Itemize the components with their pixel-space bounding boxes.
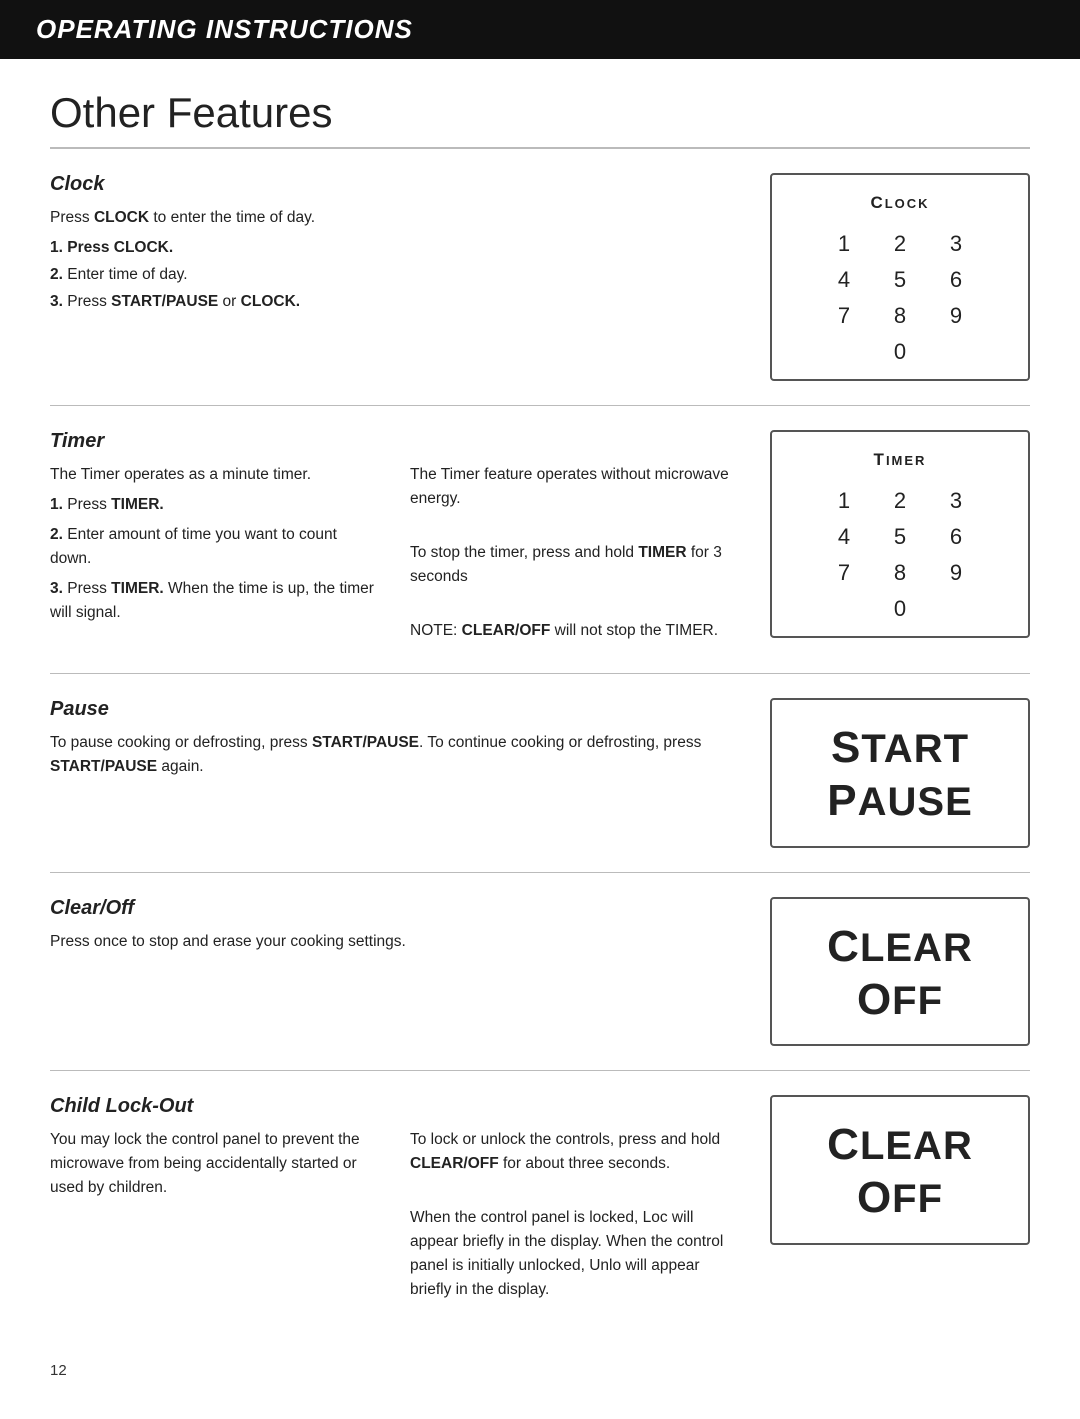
child-lock-right-text1: To lock or unlock the controls, press an… <box>410 1128 740 1176</box>
timer-left-col: The Timer operates as a minute timer. 1.… <box>50 463 380 649</box>
clear-off-panel: CLEAR OFF <box>770 897 1030 1047</box>
key-8: 8 <box>884 301 916 331</box>
key-4: 4 <box>828 265 860 295</box>
child-lock-right: To lock or unlock the controls, press an… <box>410 1128 740 1308</box>
clock-content: Clock Press CLOCK to enter the time of d… <box>50 173 740 381</box>
timer-step-2: 2. Enter amount of time you want to coun… <box>50 523 380 571</box>
timer-keypad-box: TIMER 1 2 3 4 5 6 7 8 9 0 <box>770 430 1030 638</box>
key-7: 7 <box>828 301 860 331</box>
tkey-5: 5 <box>884 522 916 552</box>
pause-panel: START PAUSE <box>770 698 1030 848</box>
clear-label: CLEAR <box>827 921 973 974</box>
timer-right-col: The Timer feature operates without micro… <box>410 463 740 649</box>
pause-title: Pause <box>50 698 740 721</box>
timer-panel: TIMER 1 2 3 4 5 6 7 8 9 0 <box>770 430 1030 649</box>
tkey-1: 1 <box>828 486 860 516</box>
clock-steps: 1. Press CLOCK. 2. Enter time of day. 3.… <box>50 236 740 314</box>
child-lock-title: Child Lock-Out <box>50 1095 740 1118</box>
tkey-2: 2 <box>884 486 916 516</box>
timer-stop: To stop the timer, press and hold TIMER … <box>410 541 740 589</box>
child-lock-content: Child Lock-Out You may lock the control … <box>50 1095 740 1308</box>
section-pause: Pause To pause cooking or defrosting, pr… <box>50 674 1030 873</box>
key-2: 2 <box>884 229 916 259</box>
key-0: 0 <box>828 339 972 365</box>
pause-label: PAUSE <box>827 775 973 828</box>
off-label: OFF <box>857 974 943 1027</box>
header-title: Operating Instructions <box>36 14 1044 45</box>
header-bar: Operating Instructions <box>0 0 1080 59</box>
key-6: 6 <box>940 265 972 295</box>
page-number: 12 <box>50 1362 1030 1379</box>
clock-panel: CLOCK 1 2 3 4 5 6 7 8 9 0 <box>770 173 1030 381</box>
timer-title: Timer <box>50 430 740 453</box>
child-off-label: OFF <box>857 1172 943 1225</box>
clock-step-3: 3. Press START/PAUSE or CLOCK. <box>50 290 740 315</box>
clock-title: Clock <box>50 173 740 196</box>
child-lock-right-text2: When the control panel is locked, Loc wi… <box>410 1206 740 1302</box>
timer-keypad-label: TIMER <box>874 450 927 470</box>
child-lock-two-col: You may lock the control panel to preven… <box>50 1128 740 1308</box>
clock-intro: Press CLOCK to enter the time of day. <box>50 206 740 230</box>
timer-step-3: 3. Press TIMER. When the time is up, the… <box>50 577 380 625</box>
key-5: 5 <box>884 265 916 295</box>
pause-content: Pause To pause cooking or defrosting, pr… <box>50 698 740 848</box>
key-3: 3 <box>940 229 972 259</box>
clock-keypad-label: CLOCK <box>870 193 929 213</box>
child-clear-label: CLEAR <box>827 1119 973 1172</box>
timer-intro: The Timer operates as a minute timer. <box>50 463 380 487</box>
tkey-6: 6 <box>940 522 972 552</box>
section-child-lock: Child Lock-Out You may lock the control … <box>50 1071 1030 1332</box>
key-1: 1 <box>828 229 860 259</box>
section-clock: Clock Press CLOCK to enter the time of d… <box>50 149 1030 406</box>
page-title: Other Features <box>50 89 1030 149</box>
pause-text: To pause cooking or defrosting, press ST… <box>50 731 740 779</box>
section-clear-off: Clear/Off Press once to stop and erase y… <box>50 873 1030 1072</box>
child-lock-panel: CLEAR OFF <box>770 1095 1030 1308</box>
clock-keypad-box: CLOCK 1 2 3 4 5 6 7 8 9 0 <box>770 173 1030 381</box>
tkey-8: 8 <box>884 558 916 588</box>
clock-step-2: 2. Enter time of day. <box>50 263 740 288</box>
timer-note: NOTE: CLEAR/OFF will not stop the TIMER. <box>410 619 740 643</box>
tkey-0: 0 <box>828 596 972 622</box>
clear-off-text: Press once to stop and erase your cookin… <box>50 930 740 954</box>
page-content: Other Features Clock Press CLOCK to ente… <box>0 59 1080 1419</box>
timer-keypad-grid: 1 2 3 4 5 6 7 8 9 0 <box>828 486 972 622</box>
section-timer: Timer The Timer operates as a minute tim… <box>50 406 1030 674</box>
tkey-4: 4 <box>828 522 860 552</box>
key-9: 9 <box>940 301 972 331</box>
tkey-7: 7 <box>828 558 860 588</box>
tkey-3: 3 <box>940 486 972 516</box>
clear-off-title: Clear/Off <box>50 897 740 920</box>
child-lock-clear-off-box: CLEAR OFF <box>770 1095 1030 1245</box>
clear-off-content: Clear/Off Press once to stop and erase y… <box>50 897 740 1047</box>
start-pause-box: START PAUSE <box>770 698 1030 848</box>
start-label: START <box>831 722 969 775</box>
clock-step-1: 1. Press CLOCK. <box>50 236 740 261</box>
child-lock-left-text: You may lock the control panel to preven… <box>50 1128 380 1200</box>
clear-off-box: CLEAR OFF <box>770 897 1030 1047</box>
timer-content: Timer The Timer operates as a minute tim… <box>50 430 740 649</box>
timer-two-col: The Timer operates as a minute timer. 1.… <box>50 463 740 649</box>
timer-no-energy: The Timer feature operates without micro… <box>410 463 740 511</box>
child-lock-left: You may lock the control panel to preven… <box>50 1128 380 1308</box>
timer-step-1: 1. Press TIMER. <box>50 493 380 517</box>
clock-keypad-grid: 1 2 3 4 5 6 7 8 9 0 <box>828 229 972 365</box>
tkey-9: 9 <box>940 558 972 588</box>
